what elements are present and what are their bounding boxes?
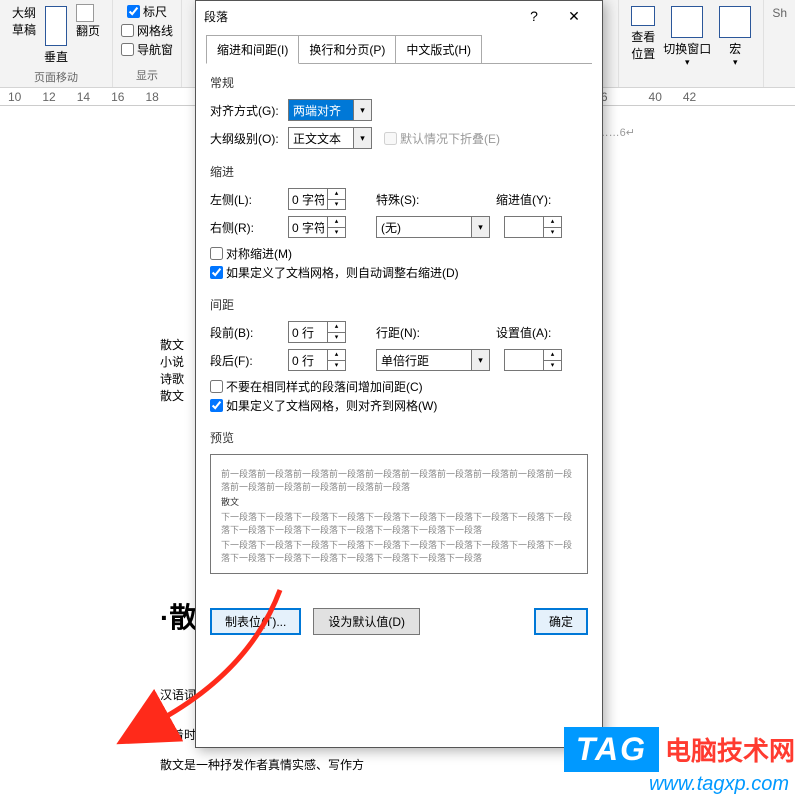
ribbon-group-view: 大纲 草稿 垂直 翻页 页面移动 <box>0 0 113 87</box>
section-preview: 预览 前一段落前一段落前一段落前一段落前一段落前一段落前一段落前一段落前一段落前… <box>210 429 588 574</box>
group-label: 显示 <box>136 67 158 85</box>
space-after-spinner[interactable]: ▴▾ <box>288 349 346 371</box>
space-after-label: 段后(F): <box>210 352 288 369</box>
ruler-checkbox[interactable]: 标尺 <box>127 2 167 21</box>
alignment-label: 对齐方式(G): <box>210 102 288 119</box>
section-heading: 常规 <box>210 74 588 91</box>
paragraph-dialog: 段落 ? ✕ 缩进和间距(I) 换行和分页(P) 中文版式(H) 常规 对齐方式… <box>195 0 603 748</box>
section-spacing: 间距 段前(B): ▴▾ 行距(N): 设置值(A): 段后(F): ▴▾ 单倍… <box>210 296 588 415</box>
alignment-select[interactable]: 两端对齐▾ <box>288 99 372 121</box>
flip-icon <box>76 4 94 22</box>
doc-line: 散文 <box>160 387 184 404</box>
right-indent-label: 右侧(R): <box>210 219 288 236</box>
view-more-button[interactable]: 查看位置 <box>627 2 659 72</box>
vertical-button[interactable]: 垂直 <box>40 2 72 69</box>
special-select[interactable]: (无)▾ <box>376 216 490 238</box>
macro-icon <box>719 6 751 38</box>
ribbon-group-window: 查看位置 切换窗口▾ 宏▾ <box>618 0 764 87</box>
switch-window-button[interactable]: 切换窗口▾ <box>659 2 715 72</box>
section-indent: 缩进 左侧(L): ▴▾ 特殊(S): 缩进值(Y): 右侧(R): ▴▾ (无… <box>210 163 588 282</box>
chevron-down-icon: ▾ <box>471 217 489 237</box>
snap-to-grid-checkbox[interactable]: 如果定义了文档网格，则对齐到网格(W) <box>210 396 588 415</box>
group-label: 页面移动 <box>34 69 78 87</box>
watermark-text: 电脑技术网 <box>665 731 795 768</box>
tab-line-page-breaks[interactable]: 换行和分页(P) <box>298 35 396 64</box>
window-icon <box>671 6 703 38</box>
at-label: 设置值(A): <box>496 324 574 341</box>
ribbon-group-show: 标尺 网格线 导航窗 显示 <box>113 0 182 87</box>
doc-text: 散文是一种抒发作者真情实感、写作方 <box>160 756 364 773</box>
doc-line: 小说 <box>160 353 184 370</box>
chevron-down-icon: ▾ <box>353 128 371 148</box>
close-button[interactable]: ✕ <box>554 2 594 30</box>
outline-level-label: 大纲级别(O): <box>210 130 288 147</box>
ok-button[interactable]: 确定 <box>534 608 588 635</box>
help-button[interactable]: ? <box>514 2 554 30</box>
dialog-title: 段落 <box>204 8 514 25</box>
doc-line: 诗歌 <box>160 370 184 387</box>
macros-button[interactable]: 宏▾ <box>715 2 755 72</box>
section-heading: 预览 <box>210 429 588 446</box>
auto-adjust-checkbox[interactable]: 如果定义了文档网格，则自动调整右缩进(D) <box>210 263 588 282</box>
dialog-tabs: 缩进和间距(I) 换行和分页(P) 中文版式(H) <box>196 31 602 64</box>
doc-line: 散文 <box>160 336 184 353</box>
chevron-down-icon: ▾ <box>471 350 489 370</box>
watermark: TAG 电脑技术网 www.tagxp.com <box>564 727 795 772</box>
space-before-label: 段前(B): <box>210 324 288 341</box>
line-spacing-select[interactable]: 单倍行距▾ <box>376 349 490 371</box>
doc-heading: ·散 <box>160 596 197 636</box>
space-before-spinner[interactable]: ▴▾ <box>288 321 346 343</box>
view-icon <box>631 6 655 26</box>
set-default-button[interactable]: 设为默认值(D) <box>313 608 420 635</box>
tab-indent-spacing[interactable]: 缩进和间距(I) <box>206 35 299 64</box>
share-text: Sh <box>764 0 795 87</box>
outline-button[interactable]: 大纲 草稿 <box>8 2 40 40</box>
left-indent-spinner[interactable]: ▴▾ <box>288 188 346 210</box>
chevron-down-icon: ▾ <box>353 100 371 120</box>
outline-level-select[interactable]: 正文文本▾ <box>288 127 372 149</box>
collapse-checkbox: 默认情况下折叠(E) <box>384 129 500 148</box>
mirror-indent-checkbox[interactable]: 对称缩进(M) <box>210 244 588 263</box>
section-heading: 缩进 <box>210 163 588 180</box>
line-spacing-label: 行距(N): <box>376 324 454 341</box>
left-indent-label: 左侧(L): <box>210 191 288 208</box>
indent-value-label: 缩进值(Y): <box>496 191 574 208</box>
preview-box: 前一段落前一段落前一段落前一段落前一段落前一段落前一段落前一段落前一段落前一段落… <box>210 454 588 574</box>
page-icon <box>45 6 67 46</box>
gridlines-checkbox[interactable]: 网格线 <box>121 21 173 40</box>
dialog-titlebar[interactable]: 段落 ? ✕ <box>196 1 602 31</box>
no-space-same-style-checkbox[interactable]: 不要在相同样式的段落间增加间距(C) <box>210 377 588 396</box>
right-indent-spinner[interactable]: ▴▾ <box>288 216 346 238</box>
dialog-buttons: 制表位(T)... 设为默认值(D) 确定 <box>196 598 602 645</box>
section-heading: 间距 <box>210 296 588 313</box>
indent-value-spinner[interactable]: ▴▾ <box>504 216 562 238</box>
navpane-checkbox[interactable]: 导航窗 <box>121 40 173 59</box>
watermark-box: TAG <box>564 727 659 772</box>
doc-text: 随着时 <box>160 726 196 743</box>
doc-text: 汉语词 <box>160 686 196 703</box>
watermark-url: www.tagxp.com <box>649 773 789 796</box>
flip-button[interactable]: 翻页 <box>72 2 104 41</box>
tabs-button[interactable]: 制表位(T)... <box>210 608 301 635</box>
section-general: 常规 对齐方式(G): 两端对齐▾ 大纲级别(O): 正文文本▾ 默认情况下折叠… <box>210 74 588 149</box>
tab-asian-typography[interactable]: 中文版式(H) <box>395 35 482 64</box>
special-label: 特殊(S): <box>376 191 454 208</box>
at-spinner[interactable]: ▴▾ <box>504 349 562 371</box>
